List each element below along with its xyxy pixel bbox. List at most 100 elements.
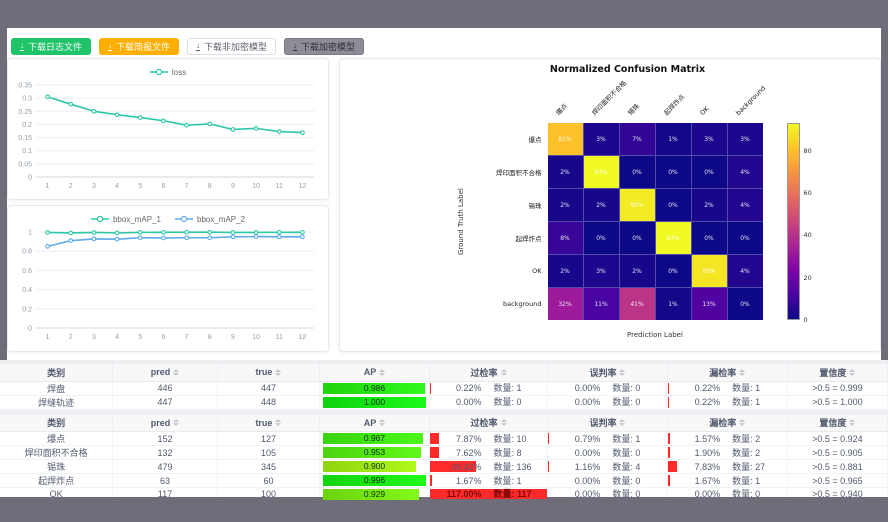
rate-percent: 7.62% [430, 447, 481, 459]
matrix-row-label: OK [398, 255, 542, 287]
column-header-pred[interactable]: pred [113, 415, 218, 432]
column-header-pred[interactable]: pred [113, 364, 218, 381]
column-header-label: 类别 [47, 416, 65, 429]
column-header-漏检率[interactable]: 漏检率 [667, 415, 787, 432]
true-cell: 60 [217, 474, 319, 488]
download-log-button[interactable]: ↓下载日志文件 [11, 38, 91, 55]
class-name-cell: 焊盘 [0, 381, 113, 395]
ap-bar-cell: 0.996 [319, 474, 429, 488]
legend-marker-icon [175, 215, 193, 223]
matrix-cell: 0% [728, 222, 763, 254]
download-unencrypted-model-button[interactable]: ↓下载非加密模型 [187, 38, 276, 55]
sort-icon[interactable] [619, 419, 625, 426]
svg-text:1: 1 [46, 334, 50, 341]
sort-icon[interactable] [275, 419, 281, 426]
matrix-cell: 41% [620, 288, 655, 320]
column-header-AP[interactable]: AP [319, 415, 429, 432]
sort-icon[interactable] [849, 419, 855, 426]
legend-label: bbox_mAP_1 [113, 215, 161, 224]
matrix-cell: 3% [728, 123, 763, 155]
map-chart-card: bbox_mAP_1bbox_mAP_2 00.20.40.60.8112345… [7, 205, 329, 352]
sort-icon[interactable] [379, 419, 385, 426]
matrix-cell: 4% [728, 156, 763, 188]
table-row: 起焊炸点63600.9961.67%数量: 10.00%数量: 01.67%数量… [0, 474, 888, 488]
legend-item-bbox_mAP_2[interactable]: bbox_mAP_2 [175, 212, 245, 226]
overdetect-rate-cell: 39.42%数量: 136 [430, 460, 548, 474]
column-header-AP[interactable]: AP [319, 364, 429, 381]
colorbar-tick-label: 0 [804, 316, 808, 324]
sort-icon[interactable] [501, 419, 507, 426]
download-encrypted-model-button[interactable]: ↓下载加密模型 [284, 38, 364, 55]
rate-count: 数量: 4 [600, 461, 667, 473]
matrix-col-label: 爆点 [554, 102, 569, 117]
misjudge-rate-cell: 0.00%数量: 0 [548, 381, 668, 395]
column-header-置信度[interactable]: 置信度 [787, 415, 887, 432]
rate-percent: 117.00% [430, 488, 481, 500]
pred-cell: 132 [113, 446, 218, 460]
dashboard-panel: ↓下载日志文件 ↓下载简报文件 ↓下载非加密模型 ↓下载加密模型 loss 00.05… [7, 28, 881, 360]
rate-count: 数量: 2 [720, 447, 787, 459]
column-header-true[interactable]: true [217, 415, 319, 432]
ap-value: 0.929 [323, 489, 426, 500]
true-cell: 345 [217, 460, 319, 474]
ap-value: 0.900 [323, 461, 426, 472]
sort-icon[interactable] [739, 419, 745, 426]
legend-item-loss[interactable]: loss [150, 65, 186, 79]
matrix-cell: 3% [584, 123, 619, 155]
download-report-button[interactable]: ↓下载简报文件 [99, 38, 179, 55]
matrix-cell: 11% [584, 288, 619, 320]
misjudge-rate-cell: 0.79%数量: 1 [548, 432, 668, 446]
sort-icon[interactable] [173, 419, 179, 426]
matrix-cell: 0% [692, 222, 727, 254]
rate-count: 数量: 1 [720, 382, 787, 394]
sort-icon[interactable] [173, 369, 179, 376]
rate-percent: 0.22% [430, 382, 481, 394]
legend-marker-icon [91, 215, 109, 223]
matrix-row-label: 爆点 [398, 123, 542, 155]
miss-rate-cell: 1.67%数量: 1 [667, 474, 787, 488]
loss-chart-svg: 00.050.10.150.20.250.30.3512345678910111… [8, 79, 324, 191]
matrix-cell: 0% [656, 189, 691, 221]
top-window-bar [0, 0, 888, 28]
column-header-label: 过检率 [471, 366, 498, 379]
column-header-过检率[interactable]: 过检率 [430, 364, 548, 381]
misjudge-rate-cell: 0.00%数量: 0 [548, 474, 668, 488]
column-header-label: pred [151, 418, 171, 428]
svg-text:11: 11 [276, 334, 283, 341]
matrix-cell: 7% [620, 123, 655, 155]
svg-text:3: 3 [92, 183, 96, 190]
column-header-true[interactable]: true [217, 364, 319, 381]
matrix-colorbar [787, 123, 800, 320]
sort-icon[interactable] [275, 369, 281, 376]
svg-text:8: 8 [208, 183, 212, 190]
svg-text:8: 8 [208, 334, 212, 341]
ap-value: 0.996 [323, 475, 426, 486]
pred-cell: 479 [113, 460, 218, 474]
column-header-置信度[interactable]: 置信度 [787, 364, 887, 381]
svg-text:3: 3 [92, 334, 96, 341]
ap-value: 0.967 [323, 433, 426, 444]
rate-count: 数量: 0 [600, 488, 667, 500]
column-header-误判率[interactable]: 误判率 [548, 415, 668, 432]
sort-icon[interactable] [619, 369, 625, 376]
column-header-label: true [255, 367, 272, 377]
column-header-误判率[interactable]: 误判率 [548, 364, 668, 381]
ap-value: 1.000 [323, 397, 426, 408]
confusion-matrix-card: Normalized Confusion Matrix Ground Truth… [339, 58, 881, 352]
sort-icon[interactable] [739, 369, 745, 376]
matrix-row-label: 起焊炸点 [398, 222, 542, 254]
svg-text:0.8: 0.8 [22, 249, 32, 256]
sort-icon[interactable] [501, 369, 507, 376]
metrics-table-1: 类别predtrueAP过检率误判率漏检率置信度焊盘4464470.9860.2… [0, 364, 888, 410]
matrix-cell: 0% [656, 156, 691, 188]
legend-item-bbox_mAP_1[interactable]: bbox_mAP_1 [91, 212, 161, 226]
matrix-cell: 2% [620, 255, 655, 287]
ap-bar-cell: 0.986 [319, 381, 429, 395]
column-header-漏检率[interactable]: 漏检率 [667, 364, 787, 381]
sort-icon[interactable] [379, 369, 385, 376]
metrics-table-2: 类别predtrueAP过检率误判率漏检率置信度爆点1521270.9677.8… [0, 415, 888, 502]
column-header-过检率[interactable]: 过检率 [430, 415, 548, 432]
matrix-grid: 81%3%7%1%3%3%2%93%0%0%0%4%2%2%90%0%2%4%8… [548, 123, 763, 320]
ap-value: 0.986 [323, 383, 426, 394]
sort-icon[interactable] [849, 369, 855, 376]
